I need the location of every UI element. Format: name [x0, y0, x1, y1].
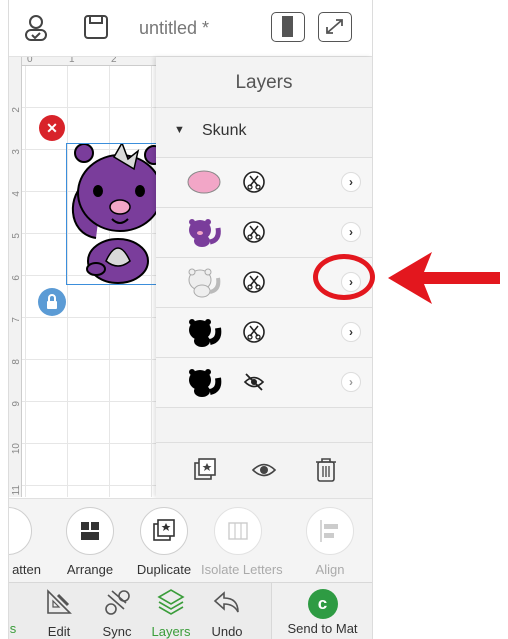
chevron-right-icon[interactable]: › — [341, 322, 361, 342]
trash-icon[interactable] — [313, 457, 339, 483]
design-canvas[interactable]: 0 1 2 2 3 4 5 6 7 8 9 10 11 ✕ — [9, 57, 159, 497]
cut-icon[interactable] — [242, 220, 266, 244]
chevron-right-icon[interactable]: › — [341, 222, 361, 242]
caret-down-icon[interactable]: ▼ — [174, 124, 185, 136]
nav-item-edit[interactable]: Edit — [29, 587, 89, 639]
purple-skunk-thumbnail — [189, 219, 221, 247]
top-bar: untitled * — [9, 0, 372, 57]
isolate-letters-icon — [214, 507, 262, 555]
ruler-label: 7 — [11, 317, 22, 323]
tool-label: atten — [12, 562, 41, 577]
arrange-icon — [66, 507, 114, 555]
split-view-icon[interactable] — [271, 12, 305, 42]
ruler-label: 3 — [11, 149, 22, 155]
edit-ruler-icon — [47, 589, 72, 614]
close-icon: ✕ — [46, 120, 58, 136]
black-skunk-thumbnail — [189, 369, 222, 397]
ruler-label: 6 — [11, 275, 22, 281]
tool-label: Isolate Letters — [201, 562, 283, 577]
send-to-mat-button[interactable]: c Send to Mat — [271, 583, 372, 639]
ruler-label: 8 — [11, 359, 22, 365]
duplicate-icon — [140, 507, 188, 555]
lock-icon — [47, 294, 57, 309]
account-icon[interactable] — [23, 14, 49, 47]
hidden-eye-icon[interactable] — [242, 370, 266, 394]
layer-group-skunk[interactable]: ▼ Skunk — [156, 107, 372, 158]
layers-panel-actions — [156, 442, 372, 498]
ruler-label: 5 — [11, 233, 22, 239]
isolate-letters-button[interactable]: Isolate Letters — [201, 507, 283, 577]
bottom-nav: s Edit Sync Layers Undo c Send to Mat — [9, 582, 372, 639]
black-skunk-thumbnail — [189, 319, 222, 347]
selection-box[interactable] — [66, 143, 159, 285]
tool-label: Align — [315, 562, 345, 577]
highlight-ring — [313, 254, 375, 300]
nav-item-undo[interactable]: Undo — [197, 587, 257, 639]
cut-icon[interactable] — [242, 270, 266, 294]
nav-item-layers[interactable]: Layers — [141, 587, 201, 639]
left-ruler: 2 3 4 5 6 7 8 9 10 11 — [9, 57, 22, 497]
layer-group-name: Skunk — [202, 122, 247, 139]
delete-selection-button[interactable]: ✕ — [39, 115, 65, 141]
send-to-mat-label: Send to Mat — [287, 621, 358, 636]
ruler-label: 0 — [27, 57, 33, 65]
ruler-label: 4 — [11, 191, 22, 197]
duplicate-layer-icon[interactable] — [192, 457, 218, 483]
ruler-label: 9 — [11, 401, 22, 407]
layers-icon — [157, 589, 185, 615]
flatten-icon — [9, 507, 32, 555]
duplicate-button[interactable]: Duplicate — [127, 507, 201, 577]
nav-item-sync[interactable]: Sync — [87, 587, 147, 639]
align-button[interactable]: Align — [293, 507, 367, 577]
undo-icon — [213, 591, 239, 613]
expand-icon[interactable] — [318, 12, 352, 42]
ruler-label: 2 — [111, 57, 117, 65]
tool-label: Arrange — [66, 562, 114, 577]
arrange-button[interactable]: Arrange — [53, 507, 127, 577]
chevron-right-icon[interactable]: › — [341, 172, 361, 192]
nav-label: Edit — [47, 624, 71, 639]
sync-icon — [105, 590, 130, 615]
visibility-eye-icon[interactable] — [251, 457, 277, 483]
top-ruler: 0 1 2 — [9, 57, 159, 66]
pink-oval-thumbnail — [187, 170, 221, 194]
ruler-label: 10 — [11, 443, 22, 455]
layer-row[interactable]: › — [156, 358, 372, 408]
ruler-label: 11 — [11, 485, 22, 496]
save-icon[interactable] — [83, 14, 109, 45]
cut-icon[interactable] — [242, 170, 266, 194]
nav-label: Undo — [211, 624, 243, 639]
flatten-button[interactable]: atten — [9, 507, 45, 577]
layers-panel-title: Layers — [156, 57, 372, 108]
layer-row[interactable]: › — [156, 208, 372, 258]
nav-label: Layers — [151, 624, 191, 639]
layer-row[interactable]: › — [156, 158, 372, 208]
lock-proportions-button[interactable] — [38, 288, 66, 316]
ruler-label: 1 — [69, 57, 75, 65]
tool-label: Duplicate — [136, 562, 192, 577]
ruler-label: 2 — [11, 107, 22, 113]
document-title: untitled * — [139, 18, 210, 38]
align-icon — [306, 507, 354, 555]
annotation-arrow-icon — [388, 252, 500, 304]
chevron-right-icon[interactable]: › — [341, 372, 361, 392]
app-window: untitled * 0 1 2 2 3 4 5 6 7 8 9 10 11 ✕… — [8, 0, 373, 639]
gray-skunk-thumbnail — [188, 268, 221, 298]
edit-toolbar: atten Arrange Duplicate Isolate Letters … — [9, 498, 372, 583]
layer-row[interactable]: › — [156, 308, 372, 358]
nav-label: Sync — [102, 624, 132, 639]
cricut-icon: c — [307, 589, 338, 619]
cut-icon[interactable] — [242, 320, 266, 344]
